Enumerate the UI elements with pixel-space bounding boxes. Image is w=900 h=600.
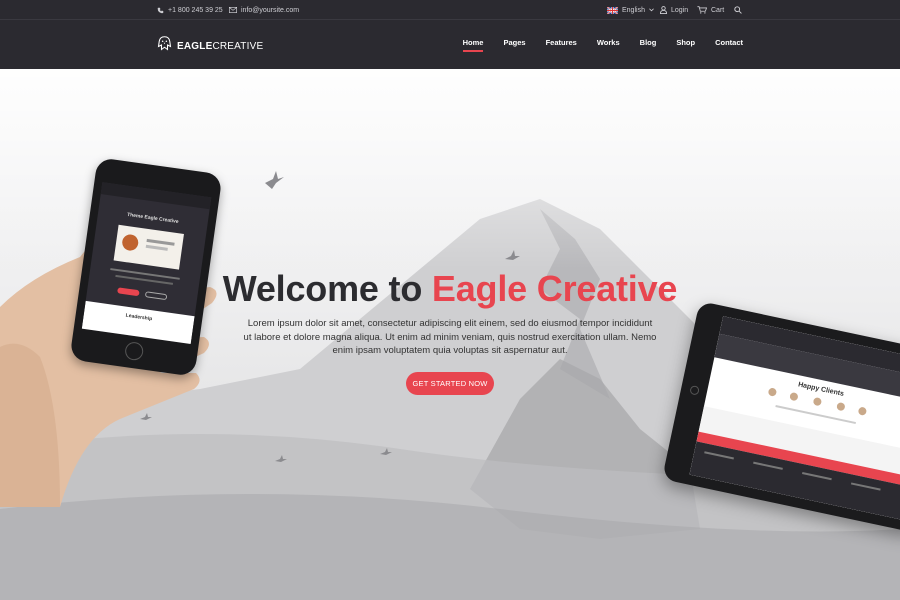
user-icon — [660, 6, 667, 14]
get-started-button[interactable]: GET STARTED NOW — [406, 372, 494, 395]
hero-title-prefix: Welcome to — [222, 268, 432, 309]
cart-link[interactable]: Cart — [697, 0, 724, 20]
hero-description-line-3: enim ipsam voluptatem quia voluptas sit … — [332, 345, 568, 356]
main-header: EAGLECREATIVE Home Pages Features Works … — [0, 20, 900, 69]
language-selector[interactable]: English — [607, 0, 654, 20]
phone-screen-image — [113, 224, 184, 270]
phone-icon — [157, 7, 164, 14]
phone-screen-section: Leadership — [125, 312, 153, 323]
hero-title-accent: Eagle Creative — [431, 268, 678, 309]
search-icon — [734, 6, 742, 14]
phone-screen: Theme Eagle Creative Leadership — [81, 182, 212, 344]
nav-item-home[interactable]: Home — [462, 38, 483, 52]
nav-item-blog[interactable]: Blog — [640, 38, 657, 51]
chevron-down-icon — [649, 8, 654, 12]
cart-icon — [697, 6, 707, 14]
eagle-logo-icon — [157, 36, 172, 56]
nav-item-features[interactable]: Features — [546, 38, 577, 51]
uk-flag-icon — [607, 6, 618, 14]
nav-item-contact[interactable]: Contact — [715, 38, 743, 51]
main-nav: Home Pages Features Works Blog Shop Cont… — [443, 38, 743, 52]
phone-number: +1 800 245 39 25 — [168, 6, 223, 14]
hero-description-line-1: Lorem ipsum dolor sit amet, consectetur … — [247, 318, 653, 329]
nav-item-pages[interactable]: Pages — [503, 38, 525, 51]
login-link[interactable]: Login — [660, 0, 688, 20]
nav-item-shop[interactable]: Shop — [676, 38, 695, 51]
login-label: Login — [671, 6, 689, 14]
cart-label: Cart — [711, 6, 725, 14]
hero-section: Theme Eagle Creative Leadership Welcome … — [0, 69, 900, 600]
logo-text: EAGLECREATIVE — [177, 41, 263, 52]
phone-screen-title: Theme Eagle Creative — [126, 211, 179, 226]
phone-contact[interactable]: +1 800 245 39 25 — [157, 0, 223, 20]
hero-description-line-2: ut labore et dolore magna aliqua. Ut eni… — [243, 331, 657, 343]
site-logo[interactable]: EAGLECREATIVE — [157, 36, 263, 56]
email-contact[interactable]: info@yoursite.com — [229, 0, 299, 20]
search-button[interactable] — [734, 0, 742, 20]
envelope-icon — [229, 7, 237, 13]
hero-title: Welcome to Eagle Creative — [0, 268, 900, 310]
nav-item-works[interactable]: Works — [597, 38, 620, 51]
email-address: info@yoursite.com — [241, 6, 300, 14]
logo-text-light: CREATIVE — [212, 40, 264, 52]
logo-text-bold: EAGLE — [177, 40, 213, 52]
language-label: English — [622, 6, 645, 14]
top-bar: +1 800 245 39 25 info@yoursite.com Engli… — [0, 0, 900, 20]
hero-description: Lorem ipsum dolor sit amet, consectetur … — [240, 317, 660, 358]
